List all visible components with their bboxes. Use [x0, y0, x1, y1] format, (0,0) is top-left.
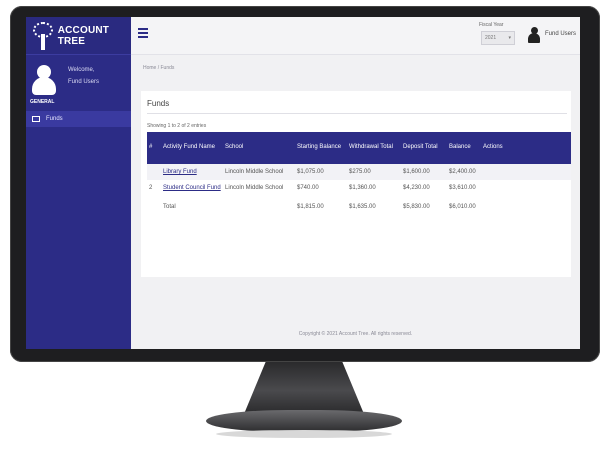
- total-row: Total $1,815.00 $1,635.00 $5,830.00 $6,0…: [147, 196, 571, 216]
- user-panel: Welcome, Fund Users GENERAL: [26, 55, 131, 109]
- main-content: Home / Funds Funds Showing 1 to 2 of 2 e…: [131, 55, 580, 349]
- tree-icon: [32, 21, 53, 50]
- monitor-base: [206, 410, 402, 432]
- header-username[interactable]: Fund Users: [545, 31, 576, 37]
- footer-copyright: Copyright © 2021 Account Tree. All right…: [298, 331, 413, 337]
- actions-cell[interactable]: [481, 180, 571, 197]
- starting-balance-cell: $1,075.00: [295, 164, 347, 181]
- col-balance[interactable]: Balance: [447, 132, 481, 164]
- hamburger-icon[interactable]: [138, 28, 148, 38]
- funds-table: # Activity Fund Name School Starting Bal…: [147, 132, 571, 216]
- balance-cell: $2,400.00: [447, 164, 481, 181]
- user-avatar-icon: [32, 65, 56, 95]
- col-fund-name[interactable]: Activity Fund Name: [161, 132, 223, 164]
- fiscal-year-label: Fiscal Year: [479, 22, 504, 28]
- sidebar-item-label: Funds: [46, 116, 63, 122]
- sidebar-username: Fund Users: [68, 79, 100, 85]
- side-menu: Funds: [26, 111, 131, 127]
- brand[interactable]: ACCOUNT TREE: [26, 17, 131, 55]
- withdrawal-cell: $275.00: [347, 164, 401, 181]
- sidebar-item-funds[interactable]: Funds: [26, 111, 131, 127]
- funds-panel: Funds Showing 1 to 2 of 2 entries # Acti…: [141, 91, 571, 277]
- table-header-row: # Activity Fund Name School Starting Bal…: [147, 132, 571, 164]
- col-school[interactable]: School: [223, 132, 295, 164]
- fund-link[interactable]: Student Council Fund: [163, 185, 221, 191]
- actions-cell[interactable]: [481, 164, 571, 181]
- school-cell: Lincoln Middle School: [223, 180, 295, 197]
- monitor-neck: [244, 362, 364, 414]
- col-starting-balance[interactable]: Starting Balance: [295, 132, 347, 164]
- col-withdrawal-total[interactable]: Withdrawal Total: [347, 132, 401, 164]
- table-row: Library Fund Lincoln Middle School $1,07…: [147, 164, 571, 181]
- total-deposit: $5,830.00: [401, 196, 447, 216]
- table-caption: Showing 1 to 2 of 2 entries: [147, 123, 207, 129]
- breadcrumb[interactable]: Home / Funds: [143, 65, 174, 71]
- welcome-text: Welcome,: [68, 67, 95, 73]
- list-icon: [32, 116, 40, 122]
- total-starting: $1,815.00: [295, 196, 347, 216]
- fiscal-year-select[interactable]: 2021 ▾: [481, 31, 515, 45]
- deposit-cell: $4,230.00: [401, 180, 447, 197]
- fund-link[interactable]: Library Fund: [163, 169, 197, 175]
- monitor-shadow: [216, 430, 392, 438]
- role-label: GENERAL: [30, 99, 55, 105]
- starting-balance-cell: $740.00: [295, 180, 347, 197]
- school-cell: Lincoln Middle School: [223, 164, 295, 181]
- fiscal-year-value: 2021: [485, 35, 497, 41]
- col-actions: Actions: [481, 132, 571, 164]
- page-title: Funds: [147, 99, 170, 108]
- total-balance: $6,010.00: [447, 196, 481, 216]
- user-icon[interactable]: [528, 27, 540, 43]
- col-index[interactable]: #: [147, 132, 161, 164]
- sidebar: ACCOUNT TREE Welcome, Fund Users GENERAL…: [26, 17, 131, 349]
- total-withdrawal: $1,635.00: [347, 196, 401, 216]
- withdrawal-cell: $1,360.00: [347, 180, 401, 197]
- divider: [147, 113, 567, 114]
- row-index: 2: [147, 180, 161, 197]
- balance-cell: $3,610.00: [447, 180, 481, 197]
- top-header: Fiscal Year 2021 ▾ Fund Users: [131, 17, 580, 55]
- screen: ACCOUNT TREE Welcome, Fund Users GENERAL…: [26, 17, 580, 349]
- total-label: Total: [161, 196, 223, 216]
- deposit-cell: $1,600.00: [401, 164, 447, 181]
- table-row: 2 Student Council Fund Lincoln Middle Sc…: [147, 180, 571, 197]
- chevron-down-icon: ▾: [508, 35, 511, 41]
- col-deposit-total[interactable]: Deposit Total: [401, 132, 447, 164]
- brand-name: ACCOUNT TREE: [57, 24, 110, 47]
- row-index: [147, 164, 161, 181]
